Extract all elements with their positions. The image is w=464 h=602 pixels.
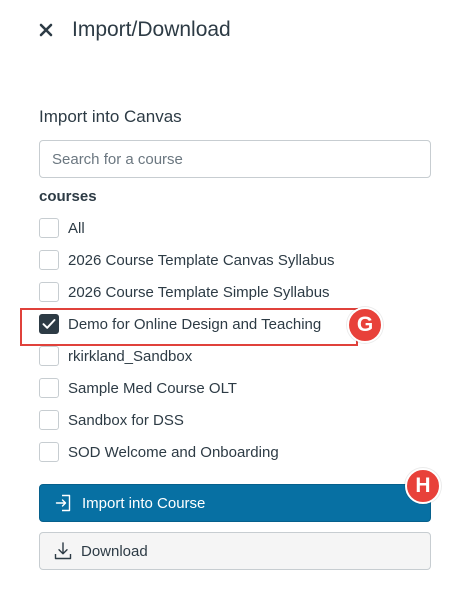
panel-header: Import/Download (36, 14, 231, 46)
checkbox[interactable] (39, 218, 59, 238)
import-into-course-button[interactable]: Import into Course (39, 484, 431, 522)
annotation-badge-h: H (405, 468, 441, 504)
course-label: Sandbox for DSS (68, 411, 184, 429)
annotation-badge-g: G (347, 307, 383, 343)
download-button-label: Download (81, 542, 148, 560)
import-download-panel: Import/Download Import into Canvas cours… (0, 0, 464, 602)
checkbox[interactable] (39, 346, 59, 366)
close-icon[interactable] (36, 20, 56, 40)
course-search-input[interactable] (39, 140, 431, 178)
course-label: 2026 Course Template Simple Syllabus (68, 283, 330, 301)
download-button[interactable]: Download (39, 532, 431, 570)
checkbox[interactable] (39, 378, 59, 398)
checkbox[interactable] (39, 282, 59, 302)
course-option[interactable]: 2026 Course Template Canvas Syllabus (39, 244, 335, 276)
course-option[interactable]: SOD Welcome and Onboarding (39, 436, 335, 468)
courses-heading: courses (39, 188, 97, 205)
import-button-label: Import into Course (82, 494, 206, 512)
course-option[interactable]: Sandbox for DSS (39, 404, 335, 436)
course-option-all[interactable]: All (39, 212, 335, 244)
annotation-highlight-box (20, 308, 358, 346)
panel-title: Import/Download (72, 18, 231, 41)
checkbox[interactable] (39, 442, 59, 462)
course-label: All (68, 219, 85, 237)
import-section-label: Import into Canvas (39, 107, 182, 126)
course-option[interactable]: Sample Med Course OLT (39, 372, 335, 404)
course-label: SOD Welcome and Onboarding (68, 443, 279, 461)
checkbox[interactable] (39, 410, 59, 430)
download-icon (53, 541, 73, 561)
course-option[interactable]: 2026 Course Template Simple Syllabus (39, 276, 335, 308)
course-label: rkirkland_Sandbox (68, 347, 193, 365)
course-label: 2026 Course Template Canvas Syllabus (68, 251, 335, 269)
checkbox[interactable] (39, 250, 59, 270)
course-label: Sample Med Course OLT (68, 379, 237, 397)
import-icon (54, 493, 74, 513)
